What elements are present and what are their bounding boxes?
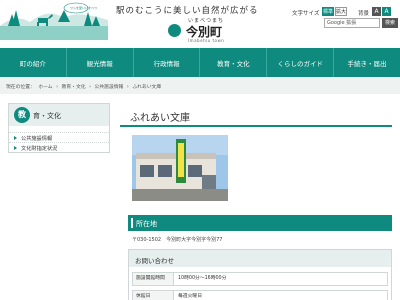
location-address: 〒030-1502 今別町大字今別字今別77	[132, 237, 223, 243]
logo-english: Imabetsu town	[188, 38, 225, 43]
info-row-value: 毎週火曜日	[178, 294, 202, 299]
font-size-label: 文字サイズ	[292, 11, 320, 17]
info-row-label: 休館日	[133, 291, 174, 300]
nav-town-intro[interactable]: 町の紹介	[0, 48, 67, 77]
town-emblem-icon	[168, 24, 181, 37]
nav-education-culture[interactable]: 教育・文化	[200, 48, 268, 77]
breadcrumb-current: ふれあい文庫	[132, 85, 162, 90]
nav-administration[interactable]: 行政情報	[134, 48, 201, 77]
sidebar-item-cultural-assets[interactable]: 文化財指定状況	[9, 142, 109, 152]
site-search: Google 拡張 検索	[324, 18, 398, 28]
mascot-text: ワシを愛いいまべつ	[70, 5, 97, 10]
site-logo[interactable]: いまべつまち 今別町 Imabetsu town	[162, 14, 232, 46]
nav-procedures[interactable]: 手続き・届出	[334, 48, 400, 77]
breadcrumb-label: 現在の位置：	[6, 85, 35, 90]
breadcrumb: 現在の位置： ホーム › 教育・文化 › 公共施設情報 › ふれあい文庫	[0, 77, 400, 94]
search-button[interactable]: 検索	[382, 18, 398, 28]
breadcrumb-separator: ›	[89, 85, 92, 90]
bg-white-button[interactable]: A	[372, 7, 381, 16]
info-row-closed-day: 休館日 毎週火曜日	[132, 290, 388, 300]
sidebar-header: 教 育・文化	[9, 104, 109, 126]
nav-living-guide[interactable]: くらしのガイド	[267, 48, 335, 77]
global-nav: 町の紹介 観光情報 行政情報 教育・文化 くらしのガイド 手続き・届出	[0, 48, 400, 77]
education-category-icon: 教	[14, 107, 30, 123]
header-landscape-illustration: ワシを愛いいまべつ	[0, 2, 108, 40]
info-row-value: 10時00分～16時00分	[178, 276, 227, 281]
page-title: ふれあい文庫	[120, 103, 392, 127]
background-label: 背景	[358, 11, 370, 17]
breadcrumb-separator: ›	[126, 85, 129, 90]
breadcrumb-home[interactable]: ホーム	[38, 85, 52, 90]
bg-dark-button[interactable]: A	[382, 7, 391, 16]
info-row-hours: 施設開館時間 10時00分～16時00分	[132, 272, 388, 286]
location-heading: 所在地	[128, 215, 392, 231]
contact-heading: お問い合わせ	[129, 250, 391, 267]
sidebar: 教 育・文化 公共施設情報 文化財指定状況	[8, 103, 110, 153]
site-header: ワシを愛いいまべつ 駅のむこうに美しい自然が広がる いまべつまち 今別町 Ima…	[0, 0, 400, 48]
library-building-photo	[132, 135, 228, 201]
breadcrumb-separator: ›	[56, 85, 59, 90]
sidebar-item-public-facilities[interactable]: 公共施設情報	[9, 132, 109, 142]
search-input[interactable]: Google 拡張	[324, 18, 380, 28]
nav-tourism[interactable]: 観光情報	[67, 48, 134, 77]
main-content: ふれあい文庫 所在地 〒030-1502 今別町大字今別字今別77 お問い合わせ…	[120, 103, 392, 300]
info-row-label: 施設開館時間	[133, 273, 174, 285]
sidebar-title: 育・文化	[33, 112, 61, 120]
contact-box: お問い合わせ 施設開館時間 10時00分～16時00分 休館日 毎週火曜日	[128, 249, 392, 300]
breadcrumb-facilities[interactable]: 公共施設情報	[95, 85, 124, 90]
font-large-button[interactable]: 拡大	[335, 7, 347, 16]
accessibility-tools: 文字サイズ 標準 拡大 背景 A A	[292, 6, 398, 18]
font-standard-button[interactable]: 標準	[322, 7, 334, 16]
breadcrumb-education[interactable]: 教育・文化	[62, 85, 86, 90]
